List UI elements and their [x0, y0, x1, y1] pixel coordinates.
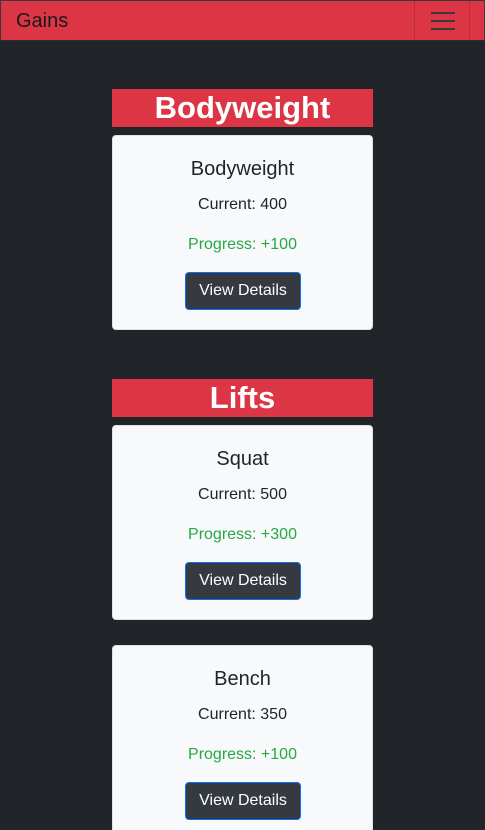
brand-name[interactable]: Gains [16, 10, 68, 32]
menu-toggle-button[interactable] [414, 1, 470, 41]
card-current-value: Current: 500 [198, 486, 287, 503]
card-progress-value: Progress: +100 [188, 746, 297, 763]
stat-card-bench: Bench Current: 350 Progress: +100 View D… [112, 645, 373, 830]
section-heading-lifts: Lifts [112, 379, 373, 417]
view-details-button[interactable]: View Details [185, 272, 301, 310]
section-heading-bodyweight: Bodyweight [112, 89, 373, 127]
stat-card-bodyweight: Bodyweight Current: 400 Progress: +100 V… [112, 135, 373, 330]
card-progress-value: Progress: +100 [188, 236, 297, 253]
card-progress-value: Progress: +300 [188, 526, 297, 543]
view-details-button[interactable]: View Details [185, 562, 301, 600]
card-title: Squat [216, 448, 269, 470]
app-root: Gains Bodyweight Bodyweight Current: 400… [0, 0, 485, 830]
card-current-value: Current: 350 [198, 706, 287, 723]
card-current-value: Current: 400 [198, 196, 287, 213]
stat-card-squat: Squat Current: 500 Progress: +300 View D… [112, 425, 373, 620]
card-title: Bench [214, 668, 271, 690]
top-navbar: Gains [0, 0, 485, 41]
card-title: Bodyweight [190, 158, 295, 180]
view-details-button[interactable]: View Details [185, 782, 301, 820]
